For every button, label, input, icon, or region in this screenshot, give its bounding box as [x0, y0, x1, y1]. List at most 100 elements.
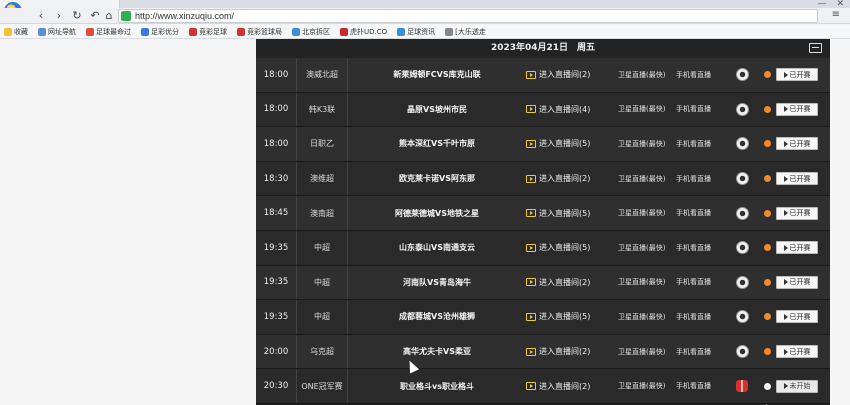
mobile-live-link[interactable]: 手机看直播	[676, 58, 726, 92]
match-title[interactable]: 职业格斗vs职业格斗	[348, 369, 526, 403]
bookmark-2[interactable]: 足彩优分	[141, 27, 179, 37]
enter-live-room-link[interactable]: 进入直播间(2)	[526, 162, 618, 196]
league-name[interactable]: 中超	[296, 265, 348, 300]
satellite-live-link[interactable]: 卫星直播(最快)	[618, 127, 676, 161]
enter-live-room-link[interactable]: 进入直播间(5)	[526, 127, 618, 161]
collapse-icon[interactable]	[809, 43, 822, 53]
bookmark-7[interactable]: 足球资讯	[397, 27, 435, 37]
bookmark-6[interactable]: 虎扑UD.CO	[340, 27, 387, 37]
satellite-live-link[interactable]: 卫星直播(最快)	[618, 300, 676, 334]
forward-icon[interactable]: ›	[52, 9, 66, 22]
league-name[interactable]: 中超	[296, 300, 348, 334]
status-button[interactable]: 已开赛	[776, 68, 818, 82]
status-button[interactable]: 已开赛	[776, 310, 818, 324]
mobile-live-link[interactable]: 手机看直播	[676, 93, 726, 127]
mobile-live-link[interactable]: 手机看直播	[676, 300, 726, 334]
status-button[interactable]: 已开赛	[776, 275, 818, 289]
tv-icon	[526, 382, 536, 391]
timeline-dot-icon	[763, 278, 771, 286]
satellite-live-link[interactable]: 卫星直播(最快)	[618, 93, 676, 127]
enter-live-room-link[interactable]: 进入直播间(5)	[526, 231, 618, 265]
league-name[interactable]: 日职乙	[296, 127, 348, 161]
bookmark-nav[interactable]: 网址导航	[38, 27, 76, 37]
enter-live-room-link[interactable]: 进入直播间(5)	[526, 300, 618, 334]
satellite-live-link[interactable]: 卫星直播(最快)	[618, 196, 676, 230]
soccer-ball-icon	[735, 275, 749, 289]
home-icon[interactable]: ⌂	[102, 9, 116, 22]
match-time: 18:45	[263, 208, 289, 219]
live-room-label: 进入直播间(2)	[539, 381, 591, 391]
globe-icon	[38, 27, 46, 36]
minimize-icon[interactable]: —	[817, 0, 826, 9]
league-name[interactable]: 澳威北超	[296, 58, 348, 92]
reload-icon[interactable]: ↻	[70, 9, 84, 22]
match-title[interactable]: 山东泰山VS南通支云	[348, 231, 526, 265]
bookmark-icon	[340, 27, 348, 36]
league-name[interactable]: 乌克超	[296, 334, 348, 369]
soccer-ball-icon	[735, 310, 749, 324]
mobile-live-link[interactable]: 手机看直播	[676, 266, 726, 300]
match-title[interactable]: 高华尤夫卡VS柔亚	[348, 335, 526, 369]
close-window-icon[interactable]: ✕	[836, 0, 844, 9]
bookmark-1[interactable]: 足球最命过	[86, 27, 131, 37]
match-title[interactable]: 河南队VS青岛海牛	[348, 266, 526, 300]
mobile-live-link[interactable]: 手机看直播	[676, 127, 726, 161]
league-name[interactable]: 澳维超	[296, 161, 348, 196]
status-button[interactable]: 已开赛	[776, 345, 818, 359]
match-list: 18:00 澳威北超 新莱姆顿FCVS库克山联 进入直播间(2) 卫星直播(最快) 手机看…	[256, 58, 830, 404]
satellite-live-link[interactable]: 卫星直播(最快)	[618, 162, 676, 196]
status-button[interactable]: 已开赛	[776, 137, 818, 151]
status-button[interactable]: 已开赛	[776, 241, 818, 255]
back-icon[interactable]: ‹	[34, 9, 48, 22]
mobile-live-link[interactable]: 手机看直播	[676, 231, 726, 265]
enter-live-room-link[interactable]: 进入直播间(2)	[526, 58, 618, 92]
status-cell: 已开赛	[773, 58, 821, 92]
bookmark-3[interactable]: 竞彩足球	[189, 27, 227, 37]
enter-live-room-link[interactable]: 进入直播间(5)	[526, 196, 618, 230]
match-title[interactable]: 晶原VS坡州市民	[348, 93, 526, 127]
menu-icon[interactable]: ≡	[832, 9, 840, 20]
bookmark-8[interactable]: [大乐透走	[445, 27, 486, 37]
timeline-dot-cell	[761, 127, 773, 161]
timeline-dot-cell	[761, 369, 773, 403]
status-button[interactable]: 已开赛	[776, 102, 818, 116]
enter-live-room-link[interactable]: 进入直播间(4)	[526, 93, 618, 127]
mobile-live-link[interactable]: 手机看直播	[676, 196, 726, 230]
match-title[interactable]: 欧克莱卡诺VS阿东那	[348, 162, 526, 196]
undo-icon[interactable]: ↶	[88, 9, 102, 22]
match-title[interactable]: 成都蓉城VS沧州雄狮	[348, 300, 526, 334]
tv-icon	[526, 243, 536, 252]
satellite-live-link[interactable]: 卫星直播(最快)	[618, 231, 676, 265]
enter-live-room-link[interactable]: 进入直播间(2)	[526, 266, 618, 300]
mobile-live-link[interactable]: 手机看直播	[676, 369, 726, 403]
mobile-live-link[interactable]: 手机看直播	[676, 162, 726, 196]
match-time: 19:35	[263, 277, 289, 288]
satellite-live-link[interactable]: 卫星直播(最快)	[618, 58, 676, 92]
league-name[interactable]: 澳南超	[296, 196, 348, 230]
soccer-ball-icon	[735, 137, 749, 151]
league-name[interactable]: 中超	[296, 230, 348, 265]
status-button[interactable]: 已开赛	[776, 206, 818, 220]
address-bar[interactable]: http://www.xinzuqiu.com/	[118, 9, 818, 23]
satellite-live-link[interactable]: 卫星直播(最快)	[618, 335, 676, 369]
timeline-dot-cell	[761, 162, 773, 196]
status-button[interactable]: 未开始	[776, 379, 818, 393]
status-button[interactable]: 已开赛	[776, 172, 818, 186]
satellite-live-link[interactable]: 卫星直播(最快)	[618, 369, 676, 403]
live-room-label: 进入直播间(5)	[539, 139, 591, 149]
match-title[interactable]: 阿德莱德城VS地铁之星	[348, 196, 526, 230]
bookmark-favorites[interactable]: 收藏	[4, 27, 28, 37]
tv-icon	[526, 139, 536, 148]
enter-live-room-link[interactable]: 进入直播间(2)	[526, 335, 618, 369]
league-name[interactable]: 韩K3联	[296, 92, 348, 127]
league-name[interactable]: ONE冠军赛	[296, 369, 348, 403]
live-room-label: 进入直播间(4)	[539, 104, 591, 114]
match-title[interactable]: 熊本深红VS千叶市原	[348, 127, 526, 161]
bookmark-5[interactable]: 北京拆区	[292, 27, 330, 37]
match-title[interactable]: 新莱姆顿FCVS库克山联	[348, 58, 526, 92]
mobile-live-link[interactable]: 手机看直播	[676, 335, 726, 369]
bookmark-4[interactable]: 竞彩篮球局	[237, 27, 282, 37]
enter-live-room-link[interactable]: 进入直播间(2)	[526, 369, 618, 403]
timeline-dot-cell	[761, 196, 773, 230]
satellite-live-link[interactable]: 卫星直播(最快)	[618, 266, 676, 300]
